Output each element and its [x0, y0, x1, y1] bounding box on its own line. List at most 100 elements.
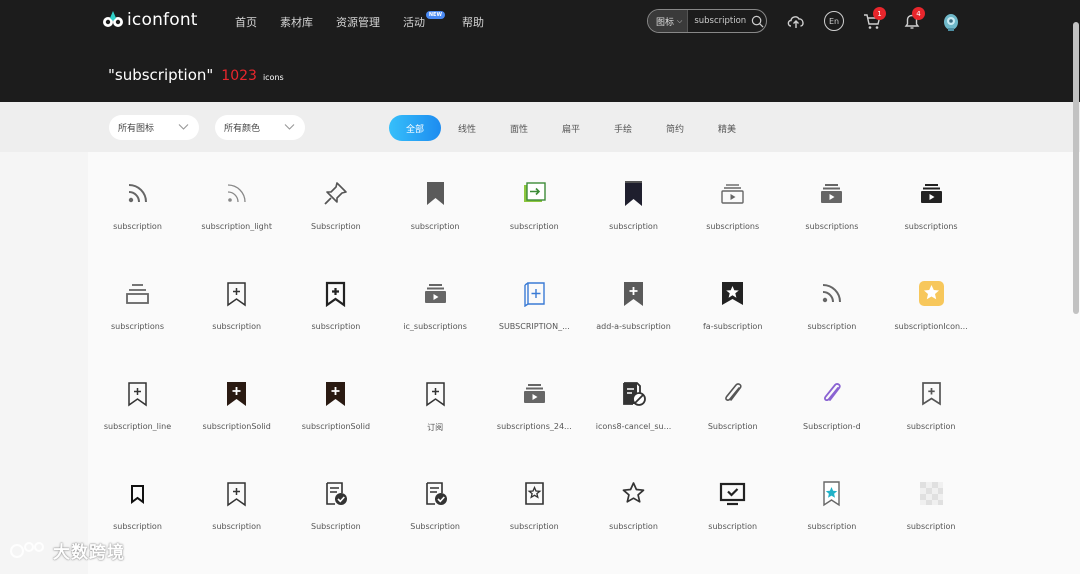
nav-activities[interactable]: 活动 NEW	[403, 11, 445, 30]
icon-card[interactable]: Subscription	[286, 152, 385, 252]
icon-card[interactable]: subscription	[782, 452, 881, 552]
star-outline-icon	[622, 482, 645, 503]
search-box: 图标 ⌵	[647, 9, 767, 33]
nav-material-library[interactable]: 素材库	[280, 14, 313, 30]
icon-card-name: subscriptions	[706, 222, 760, 231]
search-icon[interactable]	[751, 15, 764, 28]
tab-flat[interactable]: 扁平	[545, 115, 597, 141]
book-plus-blue-icon	[524, 282, 545, 307]
icon-card[interactable]: subscriptionIcon...	[882, 252, 981, 352]
icon-card[interactable]: Subscription	[286, 452, 385, 552]
icon-card[interactable]: subscription	[187, 252, 286, 352]
result-count: 1023	[221, 68, 257, 84]
icon-card[interactable]: subscription_line	[88, 352, 187, 452]
icon-card[interactable]: subscriptions	[882, 152, 981, 252]
icon-card[interactable]: add-a-subscription	[584, 252, 683, 352]
iconfont-logo[interactable]: iconfont	[102, 9, 198, 31]
bookmark-star-icon	[722, 282, 744, 305]
enter-box-icon	[523, 182, 546, 202]
icon-card-name: SUBSCRIPTION_...	[498, 322, 570, 331]
icon-card-name: subscription_line	[103, 422, 172, 431]
icon-color-dropdown[interactable]: 所有颜色	[215, 115, 305, 140]
nav-resource-management[interactable]: 资源管理	[336, 14, 380, 30]
icon-card[interactable]: subscriptions	[88, 252, 187, 352]
placeholder-icon	[919, 482, 943, 505]
icon-card[interactable]: subscription	[882, 452, 981, 552]
video-stack-gray-icon	[523, 384, 545, 403]
icon-card[interactable]: subscription	[584, 452, 683, 552]
video-stack-outline-icon	[721, 184, 744, 204]
icon-card[interactable]: Subscription	[683, 352, 782, 452]
rss-icon	[823, 284, 842, 303]
main-nav: 首页 素材库 资源管理 活动 NEW 帮助	[235, 11, 507, 30]
tab-linear[interactable]: 线性	[441, 115, 493, 141]
bookmark-plus-outline-icon	[128, 382, 147, 407]
icon-card-name: Subscription	[311, 522, 361, 531]
icon-card-name: subscriptionIcon...	[894, 322, 968, 331]
icon-card[interactable]: subscription	[187, 452, 286, 552]
bookmark-solid-icon	[426, 182, 444, 205]
icon-card[interactable]: ic_subscriptions	[386, 252, 485, 352]
bookmark-dark-icon	[625, 181, 642, 206]
icon-card[interactable]: Subscription-d	[782, 352, 881, 452]
icon-card-name: Subscription	[707, 422, 758, 431]
icon-card[interactable]: subscriptionSolid	[286, 352, 385, 452]
tab-exquisite[interactable]: 精美	[701, 115, 753, 141]
icon-card[interactable]: subscription	[882, 352, 981, 452]
icon-card[interactable]: subscription	[88, 152, 187, 252]
search-type-select[interactable]: 图标 ⌵	[648, 10, 689, 32]
icon-card-name: subscription	[906, 422, 956, 431]
scrollbar[interactable]	[1073, 22, 1079, 314]
icon-card-name: icons8-cancel_su...	[595, 422, 672, 431]
icon-card-name: subscription	[807, 522, 857, 531]
bookmark-plus-outline-icon	[227, 282, 246, 307]
upload-cloud-icon[interactable]	[786, 11, 806, 31]
filter-bar: 所有图标 所有颜色 全部 线性 面性 扁平 手绘 简约 精美	[0, 102, 1080, 152]
icon-card-name: 订阅	[427, 423, 444, 432]
tab-filled[interactable]: 面性	[493, 115, 545, 141]
pin-icon	[324, 182, 348, 205]
tab-simple[interactable]: 简约	[649, 115, 701, 141]
rss-light-icon	[228, 184, 246, 203]
icon-card[interactable]: subscription	[286, 252, 385, 352]
search-input[interactable]	[694, 16, 751, 26]
icon-card-name: subscriptionSolid	[301, 422, 371, 431]
icon-card-name: subscriptions_24...	[496, 422, 572, 431]
nav-help[interactable]: 帮助	[462, 14, 484, 30]
icon-card[interactable]: subscriptions	[782, 152, 881, 252]
icon-card-name: subscription	[807, 322, 857, 331]
icon-card[interactable]: Subscription	[386, 452, 485, 552]
icon-card-name: subscriptions	[111, 322, 164, 331]
icon-card[interactable]: subscription	[88, 452, 187, 552]
icon-card-name: Subscription	[410, 522, 460, 531]
icon-card[interactable]: subscription	[782, 252, 881, 352]
icon-card[interactable]: icons8-cancel_su...	[584, 352, 683, 452]
language-toggle[interactable]: En	[824, 11, 844, 31]
icon-type-label: 所有图标	[118, 124, 155, 134]
nav-home[interactable]: 首页	[235, 14, 257, 30]
icon-card[interactable]: SUBSCRIPTION_...	[485, 252, 584, 352]
icon-card[interactable]: subscription	[485, 152, 584, 252]
bookmark-small-icon	[131, 485, 144, 504]
bookmark-plus-outline-icon	[425, 382, 445, 407]
icon-card-name: subscriptions	[904, 222, 958, 231]
icon-card[interactable]: subscriptions_24...	[485, 352, 584, 452]
icon-card[interactable]: subscription	[386, 152, 485, 252]
style-tabs: 全部 线性 面性 扁平 手绘 简约 精美	[389, 115, 753, 141]
icon-type-dropdown[interactable]: 所有图标	[109, 115, 199, 140]
icon-card[interactable]: 订阅	[386, 352, 485, 452]
icon-card[interactable]: subscription	[485, 452, 584, 552]
tab-all[interactable]: 全部	[389, 115, 441, 141]
nav-activities-label: 活动	[403, 16, 425, 29]
icon-card[interactable]: subscription_light	[187, 152, 286, 252]
bookmark-plus-outline-icon	[227, 482, 246, 507]
chevron-down-icon	[178, 124, 189, 130]
icon-card[interactable]: subscription	[584, 152, 683, 252]
icon-card[interactable]: subscriptionSolid	[187, 352, 286, 452]
tab-hand-drawn[interactable]: 手绘	[597, 115, 649, 141]
icon-card[interactable]: fa-subscription	[683, 252, 782, 352]
paperclip-purple-icon	[824, 383, 842, 402]
avatar[interactable]	[941, 10, 961, 32]
icon-card[interactable]: subscriptions	[683, 152, 782, 252]
icon-card[interactable]: subscription	[683, 452, 782, 552]
